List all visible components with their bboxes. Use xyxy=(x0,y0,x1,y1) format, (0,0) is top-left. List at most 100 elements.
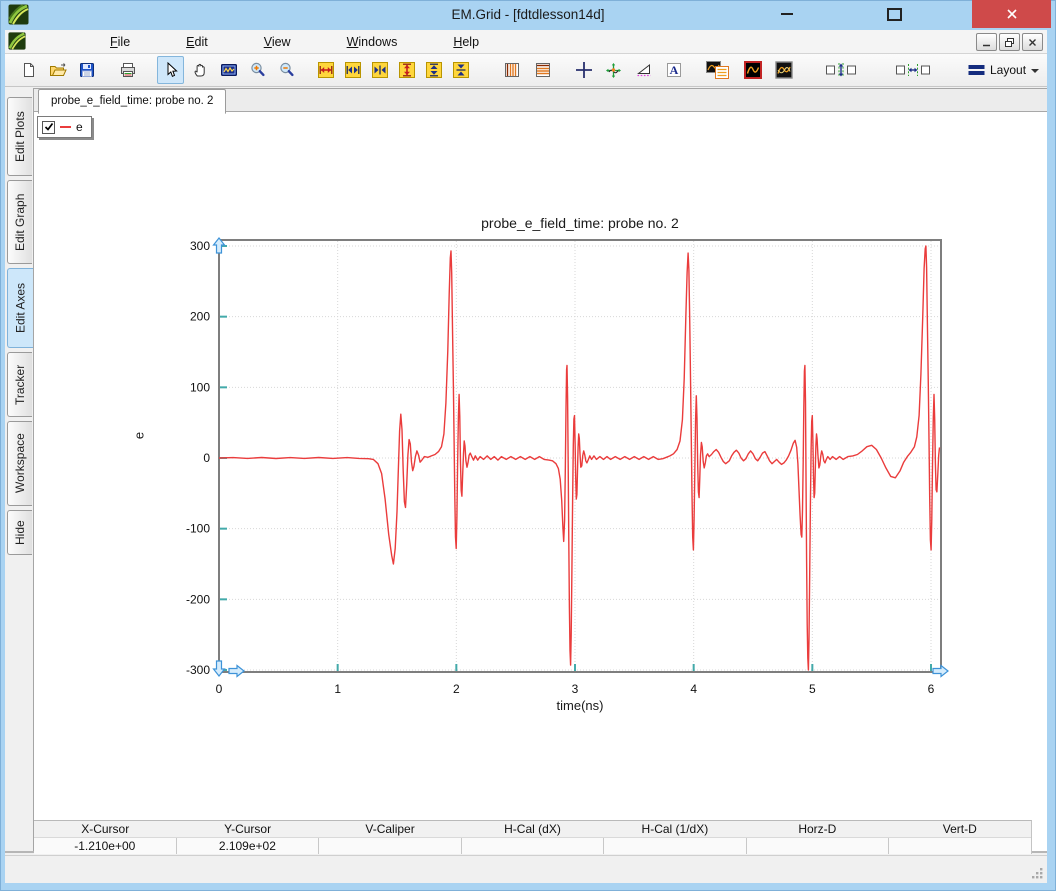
svg-text:5: 5 xyxy=(809,682,816,696)
print-button[interactable] xyxy=(114,56,141,84)
sidebar-tab-edit-plots[interactable]: Edit Plots xyxy=(7,97,32,176)
svg-text:0: 0 xyxy=(203,451,210,465)
slope-triangle-icon xyxy=(636,62,652,78)
crosshair-icon xyxy=(575,61,593,79)
svg-text:6: 6 xyxy=(928,682,935,696)
vertical-markers-button[interactable] xyxy=(498,56,525,84)
text-a-icon: A xyxy=(666,62,682,78)
save-floppy-icon xyxy=(79,62,95,78)
val-x-cursor: -1.210e+00 xyxy=(34,838,176,854)
close-button[interactable] xyxy=(972,0,1051,28)
svg-text:1: 1 xyxy=(334,682,341,696)
legend-series-label: e xyxy=(76,120,83,134)
client-area: Edit Plots Edit Graph Edit Axes Tracker … xyxy=(5,88,1047,853)
svg-text:100: 100 xyxy=(190,380,210,394)
zoom-out-button[interactable] xyxy=(273,56,300,84)
menu-windows[interactable]: Windows xyxy=(347,35,398,49)
open-file-button[interactable] xyxy=(44,56,71,84)
cursor-table-values: -1.210e+00 2.109e+02 xyxy=(34,838,1031,854)
compress-y-button[interactable] xyxy=(447,56,474,84)
select-pointer-button[interactable] xyxy=(157,56,184,84)
document-tab[interactable]: probe_e_field_time: probe no. 2 xyxy=(38,89,226,114)
menu-edit[interactable]: Edit xyxy=(186,35,208,49)
val-h-cal-1dx xyxy=(603,838,746,854)
svg-text:2: 2 xyxy=(453,682,460,696)
sidebar-tab-edit-axes[interactable]: Edit Axes xyxy=(7,268,33,348)
col-y-cursor: Y-Cursor xyxy=(176,821,318,837)
single-plot-button[interactable] xyxy=(739,56,766,84)
zoom-window-button[interactable] xyxy=(215,56,242,84)
tile-vertical-button[interactable] xyxy=(823,56,859,84)
sidebar-tab-workspace[interactable]: Workspace xyxy=(7,421,32,506)
expand-x-button[interactable] xyxy=(312,56,339,84)
minimize-icon xyxy=(781,13,793,15)
overlay-plots-button[interactable] xyxy=(770,56,797,84)
document-tab-bar: probe_e_field_time: probe no. 2 xyxy=(34,89,1047,112)
sidebar-tab-edit-graph[interactable]: Edit Graph xyxy=(7,180,32,264)
menu-file[interactable]: File xyxy=(110,35,130,49)
col-vert-d: Vert-D xyxy=(889,821,1031,837)
tile-horizontal-button[interactable] xyxy=(893,56,933,84)
scroll-x-button[interactable] xyxy=(339,56,366,84)
horizontal-markers-button[interactable] xyxy=(529,56,556,84)
svg-text:-200: -200 xyxy=(186,592,210,606)
menu-bar: File Edit View Windows Help xyxy=(5,30,1047,54)
crosshair-button[interactable] xyxy=(570,56,597,84)
compress-x-icon xyxy=(372,62,388,78)
val-vert-d xyxy=(888,838,1031,854)
minimize-button[interactable] xyxy=(760,0,814,28)
mdi-restore-icon xyxy=(1004,37,1015,48)
double-wave-icon xyxy=(775,61,793,79)
tracker-button[interactable] xyxy=(600,56,627,84)
svg-text:-300: -300 xyxy=(186,663,210,677)
legend: e xyxy=(37,116,92,138)
layout-label: Layout xyxy=(990,63,1026,77)
cursor-table: X-Cursor Y-Cursor V-Caliper H-Cal (dX) H… xyxy=(34,820,1032,854)
svg-text:0: 0 xyxy=(216,682,223,696)
maximize-button[interactable] xyxy=(866,0,922,28)
val-h-cal-dx xyxy=(461,838,604,854)
expand-y-button[interactable] xyxy=(393,56,420,84)
plot-legend-icon xyxy=(706,61,730,79)
text-annotation-button[interactable]: A xyxy=(660,56,687,84)
zoom-in-button[interactable] xyxy=(244,56,271,84)
toolbar: A Layout xyxy=(5,54,1047,87)
save-button[interactable] xyxy=(73,56,100,84)
sidebar-tab-tracker[interactable]: Tracker xyxy=(7,352,32,417)
pointer-arrow-icon xyxy=(163,62,179,78)
pan-hand-icon xyxy=(192,62,208,78)
mdi-close-icon xyxy=(1027,37,1038,48)
status-bar xyxy=(5,855,1047,883)
mdi-restore-button[interactable] xyxy=(999,33,1020,51)
mdi-minimize-button[interactable] xyxy=(976,33,997,51)
new-file-button[interactable] xyxy=(15,56,42,84)
svg-text:200: 200 xyxy=(190,310,210,324)
open-folder-icon xyxy=(49,62,67,78)
document-logo-icon xyxy=(8,32,26,50)
val-v-caliper xyxy=(318,838,461,854)
app-body: File Edit View Windows Help xyxy=(5,30,1047,882)
menu-view[interactable]: View xyxy=(264,35,291,49)
pan-button[interactable] xyxy=(186,56,213,84)
val-y-cursor: 2.109e+02 xyxy=(176,838,319,854)
sidebar-tab-hide[interactable]: Hide xyxy=(7,510,32,555)
layout-button[interactable]: Layout xyxy=(961,60,1046,80)
scroll-y-button[interactable] xyxy=(420,56,447,84)
horizontal-lines-icon xyxy=(535,62,551,78)
svg-text:300: 300 xyxy=(190,239,210,253)
tile-horizontal-icon xyxy=(895,61,931,79)
legend-checkbox[interactable] xyxy=(42,121,55,134)
zoom-window-icon xyxy=(220,62,238,78)
mdi-close-button[interactable] xyxy=(1022,33,1043,51)
app-window: EM.Grid - [fdtdlesson14d] File Edit View… xyxy=(0,0,1056,891)
plot-with-legend-button[interactable] xyxy=(703,56,733,84)
plot-svg[interactable]: 01234563002001000-100-200-300 xyxy=(34,112,1047,820)
svg-text:-100: -100 xyxy=(186,522,210,536)
slope-button[interactable] xyxy=(630,56,657,84)
close-icon xyxy=(1006,8,1018,20)
resize-grip-icon[interactable] xyxy=(1030,866,1044,880)
svg-text:3: 3 xyxy=(572,682,579,696)
new-document-icon xyxy=(21,62,37,78)
menu-help[interactable]: Help xyxy=(453,35,479,49)
compress-x-button[interactable] xyxy=(366,56,393,84)
